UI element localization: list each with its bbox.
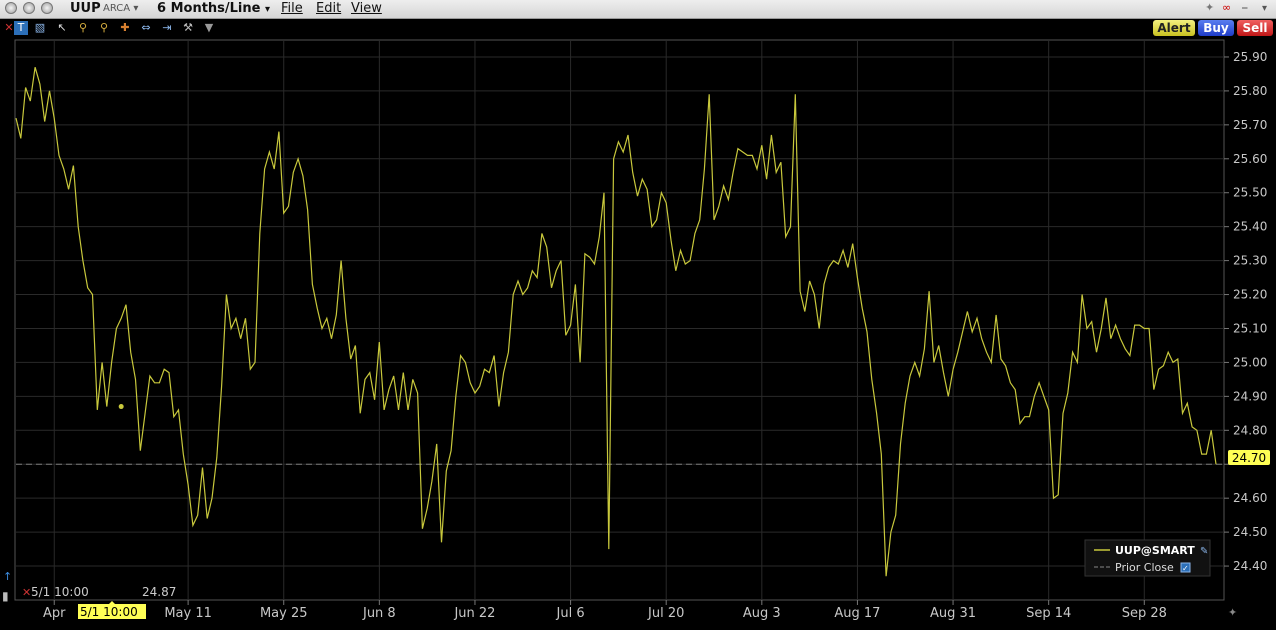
y-tick-label: 25.90 xyxy=(1233,50,1267,64)
x-tick-label: Aug 17 xyxy=(834,606,880,621)
zoom-in-icon[interactable]: ⚲ xyxy=(76,21,90,35)
pointer-icon[interactable]: ↖ xyxy=(55,21,69,35)
x-tick-label: May 25 xyxy=(260,606,308,621)
x-tick-label: Apr xyxy=(43,606,66,621)
x-tick-label: Jul 20 xyxy=(647,606,684,621)
price-tag-label: 24.70 xyxy=(1232,451,1266,465)
buy-button[interactable]: Buy xyxy=(1198,20,1234,36)
x-tick-label: Aug 31 xyxy=(930,606,976,621)
symbol-label[interactable]: UUP xyxy=(70,1,101,16)
cursor-time: 5/1 10:00 xyxy=(31,585,89,599)
sell-button[interactable]: Sell xyxy=(1237,20,1273,36)
y-tick-label: 24.40 xyxy=(1233,559,1267,573)
window-title-bar: UUP ARCA ▾ 6 Months/Line ▾ File Edit Vie… xyxy=(0,0,1276,19)
candles-icon[interactable]: ▧ xyxy=(33,21,47,35)
close-icon[interactable]: ✕ xyxy=(22,586,31,599)
edit-icon[interactable]: ✎ xyxy=(1200,546,1208,557)
scroll-up-icon[interactable]: ↑ xyxy=(3,570,12,583)
chart-toolbar: ✕ T ▧ ↖ ⚲ ⚲ ✚ ⇔ ⇥ ⚒ ▼ xyxy=(0,19,1276,38)
legend[interactable]: UUP@SMART ✎ Prior Close ✓ xyxy=(1084,539,1211,577)
y-tick-label: 25.20 xyxy=(1233,288,1267,302)
x-axis: Apr May 11 May 25 Jun 8 Jun 22 Jul 6 Jul 20 Aug… xyxy=(43,600,1167,621)
period-dropdown[interactable]: 6 Months/Line ▾ xyxy=(157,1,270,16)
bar-chart-icon[interactable]: T xyxy=(14,21,28,35)
x-tick-label: Sep 28 xyxy=(1122,606,1167,621)
legend-series-label: UUP@SMART xyxy=(1115,544,1195,557)
y-tick-label: 24.90 xyxy=(1233,389,1267,403)
y-tick-label: 25.60 xyxy=(1233,152,1267,166)
pin-icon[interactable]: ⎯ xyxy=(1242,1,1248,15)
chevron-down-icon: ▾ xyxy=(265,4,271,15)
alert-button[interactable]: Alert xyxy=(1153,20,1195,36)
cursor-marker xyxy=(118,404,124,410)
link-icon[interactable]: ∞ xyxy=(1222,1,1231,14)
zoom-out-icon[interactable]: ⚲ xyxy=(97,21,111,35)
wrench-icon[interactable]: ⚒ xyxy=(181,21,195,35)
x-tick-label: Jul 6 xyxy=(556,606,585,621)
exchange-dropdown[interactable]: ARCA ▾ xyxy=(103,3,138,14)
x-tick-label: Sep 14 xyxy=(1026,606,1071,621)
chevron-down-icon[interactable]: ▾ xyxy=(1262,3,1267,14)
price-chart[interactable]: 24.40 24.50 24.60 24.80 24.90 25.00 25.10 25.20… xyxy=(0,38,1276,630)
y-tick-label: 25.70 xyxy=(1233,118,1267,132)
exchange-label: ARCA xyxy=(103,3,131,14)
x-tick-label: Jun 8 xyxy=(362,606,396,621)
cursor-x-label: 5/1 10:00 xyxy=(78,601,146,619)
y-tick-label: 25.80 xyxy=(1233,84,1267,98)
checkmark-icon: ✓ xyxy=(1182,564,1189,573)
x-tick-label: Aug 3 xyxy=(743,606,781,621)
cursor-x-label-text: 5/1 10:00 xyxy=(80,605,138,619)
cursor-value: 24.87 xyxy=(142,585,176,599)
price-tag: 24.70 xyxy=(1228,450,1270,465)
y-tick-label: 25.10 xyxy=(1233,321,1267,335)
window-close-button[interactable] xyxy=(5,2,17,14)
x-tick-label: May 11 xyxy=(164,606,212,621)
plot-frame xyxy=(14,39,1225,601)
menu-view[interactable]: View xyxy=(351,1,382,16)
y-axis: 24.40 24.50 24.60 24.80 24.90 25.00 25.10 25.20… xyxy=(1224,50,1267,573)
period-label: 6 Months/Line xyxy=(157,1,261,16)
wand-icon[interactable]: ✦ xyxy=(1205,1,1214,14)
y-tick-label: 25.50 xyxy=(1233,186,1267,200)
y-tick-label: 25.00 xyxy=(1233,355,1267,369)
settings-icon[interactable]: ✦ xyxy=(1228,606,1237,619)
fit-icon[interactable]: ⇔ xyxy=(139,21,153,35)
x-tick-label: Jun 22 xyxy=(453,606,495,621)
arrows-icon[interactable]: ⇥ xyxy=(160,21,174,35)
y-tick-label: 25.40 xyxy=(1233,220,1267,234)
dropdown-icon[interactable]: ▼ xyxy=(202,21,216,35)
menu-file[interactable]: File xyxy=(281,1,303,16)
y-tick-label: 24.60 xyxy=(1233,491,1267,505)
legend-prior-close-label: Prior Close xyxy=(1115,561,1174,574)
cursor-cross-icon[interactable]: ✚ xyxy=(118,21,132,35)
window-maximize-button[interactable] xyxy=(41,2,53,14)
volume-bars-icon[interactable]: ▮ xyxy=(2,589,9,603)
y-tick-label: 25.30 xyxy=(1233,254,1267,268)
menu-edit[interactable]: Edit xyxy=(316,1,341,16)
y-tick-label: 24.80 xyxy=(1233,423,1267,437)
y-tick-label: 24.50 xyxy=(1233,525,1267,539)
window-minimize-button[interactable] xyxy=(23,2,35,14)
chevron-down-icon: ▾ xyxy=(133,3,139,14)
